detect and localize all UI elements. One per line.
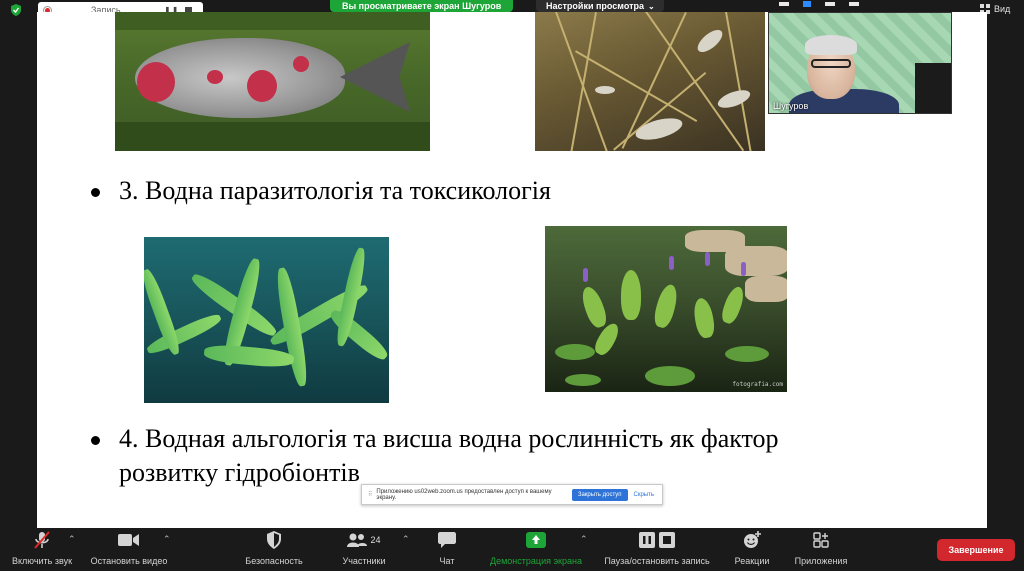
share-screen-button[interactable]: Демонстрация экрана: [484, 528, 588, 571]
chat-label: Чат: [439, 556, 455, 566]
view-settings-label: Настройки просмотра: [546, 1, 645, 11]
notification-message: Приложению us02web.zoom.us предоставлен …: [376, 488, 552, 501]
reactions-label: Реакции: [734, 556, 770, 566]
end-meeting-button[interactable]: Завершение: [937, 539, 1015, 561]
audio-options-chevron-icon[interactable]: ⌃: [68, 534, 76, 545]
video-options-chevron-icon[interactable]: ⌃: [163, 534, 171, 545]
record-label: Пауза/остановить запись: [604, 556, 710, 566]
view-label: Вид: [994, 4, 1011, 14]
diseased-fish-photo: [115, 12, 430, 151]
apps-label: Приложения: [794, 556, 848, 566]
reactions-button[interactable]: Реакции: [730, 528, 774, 571]
participants-options-chevron-icon[interactable]: ⌃: [402, 534, 410, 545]
bullet-dot-icon: [91, 188, 100, 197]
photo-watermark: fotografia.com: [732, 381, 783, 388]
participants-count: 24: [370, 535, 381, 545]
share-screen-icon: [526, 532, 546, 548]
share-options-chevron-icon[interactable]: ⌃: [580, 534, 588, 545]
participant-name: Шугуров: [773, 101, 809, 111]
participants-button[interactable]: 24 Участники: [336, 528, 392, 571]
chat-bubble-icon: [438, 532, 456, 548]
participants-label: Участники: [342, 556, 386, 566]
aquatic-plants-photo: fotografia.com: [545, 226, 787, 392]
thumbnail-controls: [775, 0, 955, 8]
screen-share-banner: Вы просматриваете экран Шугуров: [330, 0, 514, 12]
apps-button[interactable]: Приложения: [788, 528, 854, 571]
gallery-strip-icon[interactable]: [825, 2, 835, 6]
chevron-down-icon: ⌄: [648, 2, 655, 11]
security-label: Безопасность: [245, 556, 303, 566]
pause-stop-recording-button[interactable]: Пауза/остановить запись: [598, 528, 716, 571]
screen-access-notification: ⠿ Приложению us02web.zoom.us предоставле…: [361, 484, 663, 505]
bullet-dot-icon: [91, 436, 100, 445]
share-screen-label: Демонстрация экрана: [490, 556, 582, 566]
zoom-window: Запись... ❚❚ Вы просматриваете экран Шуг…: [0, 0, 1024, 571]
chat-button[interactable]: Чат: [432, 528, 462, 571]
pause-icon: [639, 532, 655, 548]
minimize-icon[interactable]: [779, 2, 789, 6]
apps-icon: [813, 532, 829, 548]
security-button[interactable]: Безопасность: [240, 528, 308, 571]
green-algae-underwater-photo: [144, 237, 389, 403]
participant-video-thumbnail[interactable]: Шугуров: [768, 12, 952, 114]
hide-notification-link[interactable]: Скрыть: [634, 492, 654, 498]
bullet-3-text: 3. Водна паразитологія та токсикологія: [119, 176, 551, 205]
smiley-plus-icon: [744, 531, 761, 548]
security-shield-icon: [11, 4, 21, 16]
view-settings-dropdown[interactable]: Настройки просмотра ⌄: [536, 0, 664, 12]
participants-icon: [347, 533, 368, 547]
speaker-view-icon[interactable]: [803, 1, 811, 7]
shield-icon: [267, 531, 281, 549]
revoke-access-button[interactable]: Закрыть доступ: [571, 488, 628, 501]
video-camera-icon: [118, 534, 139, 546]
meeting-toolbar: Включить звук ⌃ Остановить видео ⌃ Безоп…: [0, 528, 1024, 571]
mic-muted-icon: [34, 531, 50, 549]
drag-handle-icon[interactable]: ⠿: [368, 491, 372, 498]
bullet-4-line2: розвитку гідробіонтів: [119, 458, 360, 487]
stop-icon: [659, 532, 675, 548]
unmute-label: Включить звук: [11, 556, 73, 566]
grid-view-icon[interactable]: [849, 2, 859, 6]
bullet-4-line1: 4. Водная альгологія та висша водна росл…: [119, 424, 779, 453]
stop-video-label: Остановить видео: [90, 556, 168, 566]
dead-fish-reeds-photo: [535, 12, 765, 151]
stop-video-button[interactable]: Остановить видео: [86, 528, 172, 571]
